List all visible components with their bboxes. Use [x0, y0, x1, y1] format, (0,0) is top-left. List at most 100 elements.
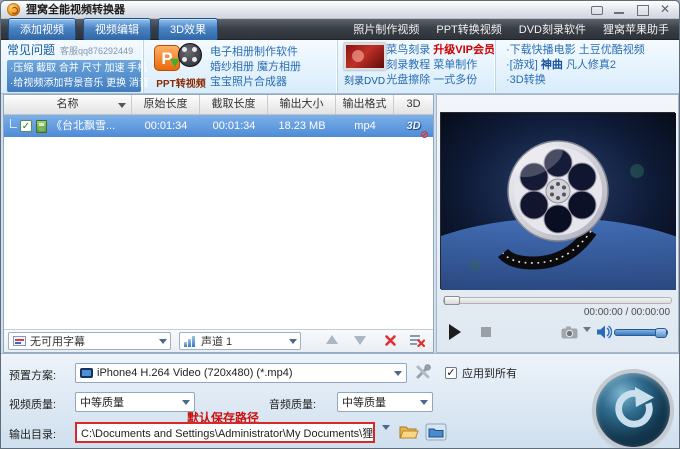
volume-thumb[interactable]: [655, 328, 667, 338]
faq-highlight-box: ·压缩 截取 合并 尺寸 加速 手机 ·给视频添加背景音乐 更换 消音: [7, 60, 149, 92]
preset-settings-wrench-icon[interactable]: [415, 364, 431, 385]
output-dir-label: 输出目录:: [9, 429, 57, 441]
player-controls: [437, 321, 678, 350]
apply-to-all-checkbox[interactable]: ✓ 应用到所有: [445, 365, 517, 381]
row-checkbox[interactable]: ✓: [20, 120, 32, 132]
chevron-down-icon[interactable]: [118, 103, 126, 108]
video-edit-button[interactable]: 视频编辑: [83, 17, 151, 41]
column-name[interactable]: 名称: [4, 95, 132, 114]
checkbox-check-icon[interactable]: ✓: [445, 367, 457, 379]
file-name: 《台北飘雪...: [51, 120, 116, 132]
title-bar: 狸窝全能视频转换器 ✕: [1, 1, 679, 19]
play-icon[interactable]: [449, 324, 461, 340]
stop-icon[interactable]: [481, 327, 491, 337]
move-down-icon[interactable]: [354, 336, 366, 345]
dvd-links: 菜鸟刻录 升级VIP会员 刻录教程 菜单制作 光盘擦除 一式多份: [386, 43, 495, 93]
menu-dvd-burn-software[interactable]: DVD刻录软件: [519, 21, 586, 37]
album-link[interactable]: 电子相册制作软件: [210, 45, 301, 60]
faq-highlight-line[interactable]: ·给视频添加背景音乐 更换 消音: [10, 76, 149, 91]
menu-photo-to-video[interactable]: 照片制作视频: [353, 21, 419, 37]
skin-icon[interactable]: [590, 4, 603, 15]
settings-panel: 预置方案: iPhone4 H.264 Video (720x480) (*.m…: [1, 353, 679, 448]
dvd-thumbnail: [344, 43, 386, 70]
subtitle-select[interactable]: 无可用字幕: [8, 332, 171, 350]
volume-slider[interactable]: [614, 328, 668, 338]
dvd-link[interactable]: 一式多份: [433, 74, 477, 86]
open-folder-icon[interactable]: [399, 423, 419, 441]
dvd-link[interactable]: 菜鸟刻录: [386, 44, 430, 56]
file-list-body: ✓ 《台北飘雪... 00:01:34 00:01:34 18.23 MB mp…: [4, 115, 433, 329]
column-3d[interactable]: 3D: [394, 95, 433, 114]
video-display: [368, 112, 679, 388]
clear-list-icon[interactable]: [410, 334, 426, 352]
faq-section: 常见问题 客服qq876292449 ·压缩 截取 合并 尺寸 加速 手机 ·给…: [1, 40, 149, 93]
film-reel-graphic: [368, 113, 679, 388]
output-path-input[interactable]: C:\Documents and Settings\Administrator\…: [75, 422, 375, 443]
vip-upgrade-link[interactable]: 升级VIP会员: [433, 44, 495, 56]
audio-quality-label: 音频质量:: [269, 399, 317, 411]
move-up-icon[interactable]: [326, 335, 338, 344]
preset-select[interactable]: iPhone4 H.264 Video (720x480) (*.mp4): [75, 363, 407, 383]
maximize-icon[interactable]: [636, 4, 649, 16]
convert-button[interactable]: [596, 373, 670, 447]
seek-thumb[interactable]: [444, 296, 460, 305]
dvd-link[interactable]: 刻录教程: [386, 59, 430, 71]
column-clip-length[interactable]: 截取长度: [200, 95, 268, 114]
album-link[interactable]: 婚纱相册 魔方相册: [210, 60, 301, 75]
album-link[interactable]: 宝宝照片合成器: [210, 75, 301, 90]
3d-effect-button[interactable]: 3D效果: [158, 17, 219, 41]
extras-link[interactable]: ·3D转换: [506, 73, 679, 88]
column-output-format[interactable]: 输出格式: [336, 95, 394, 114]
faq-link[interactable]: 常见问题: [7, 41, 55, 58]
output-path-dropdown-icon[interactable]: [382, 425, 390, 448]
close-icon[interactable]: ✕: [659, 3, 671, 15]
playback-time: 00:00:00 / 00:00:00: [583, 307, 670, 318]
audio-quality-select[interactable]: 中等质量: [337, 392, 433, 412]
output-format: mp4: [354, 120, 376, 132]
table-row[interactable]: ✓ 《台北飘雪... 00:01:34 00:01:34 18.23 MB mp…: [4, 115, 433, 138]
chevron-down-icon: [420, 399, 428, 405]
remove-file-icon[interactable]: [384, 334, 397, 352]
output-size: 18.23 MB: [278, 120, 326, 132]
window-controls: ✕: [590, 3, 671, 16]
album-links: 电子相册制作软件 婚纱相册 魔方相册 宝宝照片合成器: [210, 43, 301, 93]
device-icon: [80, 368, 93, 378]
menu-apple-assistant[interactable]: 狸窝苹果助手: [603, 21, 669, 37]
audio-track-select[interactable]: 声道 1: [179, 332, 301, 350]
list-control-bar: 无可用字幕 声道 1: [4, 329, 433, 352]
column-output-size[interactable]: 输出大小: [268, 95, 336, 114]
dvd-link[interactable]: 菜单制作: [433, 59, 477, 71]
chevron-down-icon: [159, 338, 167, 344]
ppt-to-video-shortcut[interactable]: P PPT转视频: [152, 43, 210, 93]
extras-link[interactable]: ·[游戏] 神曲 凡人修真2: [506, 58, 679, 73]
column-original-length[interactable]: 原始长度: [132, 95, 200, 114]
preview-panel: 00:00:00 / 00:00:00: [368, 94, 679, 388]
chevron-down-icon: [394, 370, 402, 376]
volume-icon[interactable]: [597, 325, 613, 344]
seek-bar[interactable]: [443, 296, 672, 305]
minimize-icon[interactable]: [613, 4, 625, 15]
app-window: 狸窝全能视频转换器 ✕ 添加视频 视频编辑 3D效果 照片制作视频 PPT转换视…: [0, 0, 680, 449]
snapshot-camera-icon[interactable]: [561, 326, 578, 344]
burn-dvd-shortcut[interactable]: 刻录DVD: [344, 43, 386, 93]
video-quality-select[interactable]: 中等质量: [75, 392, 195, 412]
game-link[interactable]: 神曲: [541, 59, 563, 71]
browse-folder-icon[interactable]: [425, 423, 447, 441]
extras-link[interactable]: ·下载快播电影 土豆优酷视频: [506, 43, 679, 58]
circular-arrow-icon: [615, 387, 655, 428]
service-qq: 客服qq876292449: [60, 46, 134, 56]
snapshot-options-icon[interactable]: [583, 327, 591, 350]
app-logo-icon: [7, 3, 20, 16]
extras-section: ·下载快播电影 土豆优酷视频 ·[游戏] 神曲 凡人修真2 ·3D转换: [495, 40, 679, 93]
original-length: 00:01:34: [144, 120, 188, 132]
add-video-button[interactable]: 添加视频: [8, 17, 76, 41]
chevron-down-icon: [182, 399, 190, 405]
chevron-down-icon: [289, 338, 297, 344]
audio-channels-icon: [184, 335, 197, 347]
faq-highlight-line[interactable]: ·压缩 截取 合并 尺寸 加速 手机: [10, 61, 147, 76]
3d-disabled-icon[interactable]: 3D: [406, 115, 428, 138]
promo-strip: 常见问题 客服qq876292449 ·压缩 截取 合并 尺寸 加速 手机 ·给…: [1, 40, 679, 94]
menu-ppt-to-video[interactable]: PPT转换视频: [436, 21, 501, 37]
dvd-link[interactable]: 光盘擦除: [386, 74, 430, 86]
ppt-section: P PPT转视频 电子相册制作软件 婚纱相册 魔方相册 宝宝照片合成器: [143, 40, 337, 93]
